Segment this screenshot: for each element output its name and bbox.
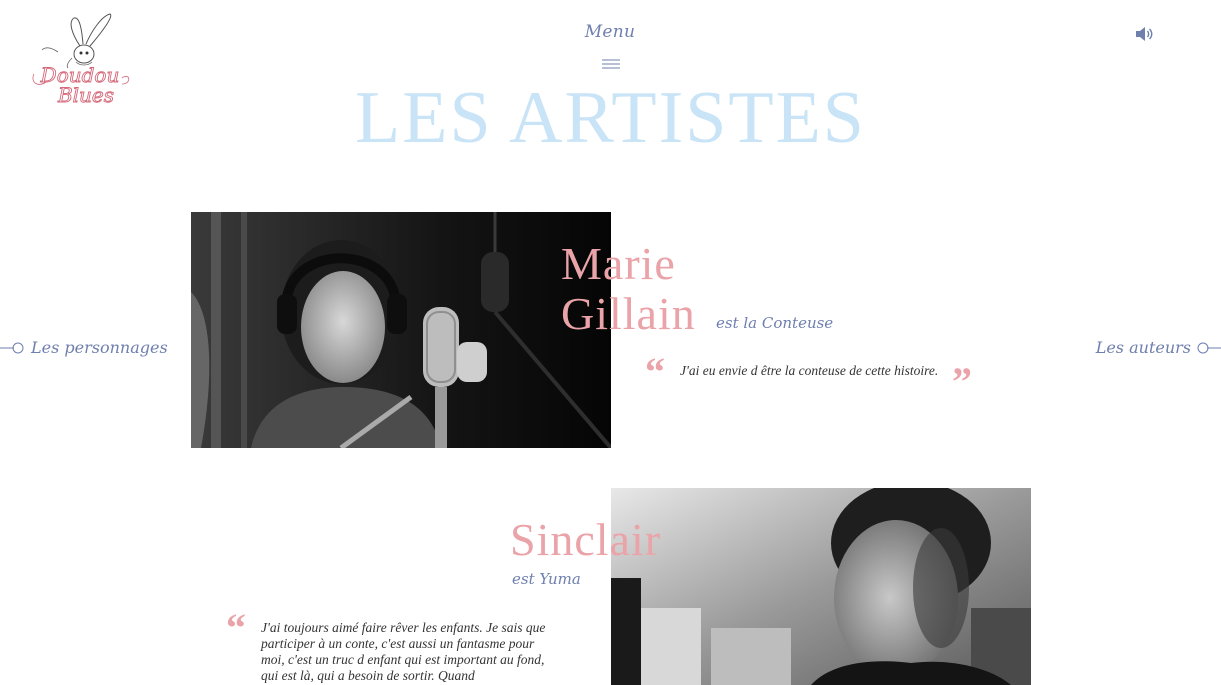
artist-photo-marie-gillain bbox=[191, 212, 611, 448]
nav-next-link[interactable]: Les auteurs bbox=[1096, 336, 1221, 360]
circle-line-icon bbox=[1197, 342, 1221, 354]
open-quote-icon: “ bbox=[226, 605, 246, 650]
artist-photo-sinclair bbox=[611, 488, 1031, 685]
artist-role: est la Conteuse bbox=[716, 314, 834, 332]
artist-name-last: Gillain bbox=[561, 288, 696, 339]
speaker-icon[interactable] bbox=[1135, 26, 1155, 42]
hamburger-icon[interactable] bbox=[602, 54, 620, 69]
page-title: LES ARTISTES bbox=[355, 77, 866, 159]
artist-role: est Yuma bbox=[512, 570, 581, 588]
artist-quote: J'ai toujours aimé faire rêver les enfan… bbox=[261, 620, 546, 683]
nav-next-label: Les auteurs bbox=[1095, 338, 1191, 357]
nav-prev-label: Les personnages bbox=[31, 338, 168, 357]
artist-name: Sinclair bbox=[510, 514, 662, 565]
open-quote-icon: “ bbox=[645, 349, 665, 394]
circle-line-icon bbox=[0, 342, 24, 354]
artist-quote: J'ai eu envie d être la conteuse de cett… bbox=[680, 363, 939, 378]
close-quote-icon: ” bbox=[952, 359, 972, 404]
menu-label[interactable]: Menu bbox=[560, 22, 660, 42]
artist-name-first: Marie bbox=[561, 238, 676, 289]
nav-prev-link[interactable]: Les personnages bbox=[0, 336, 168, 360]
